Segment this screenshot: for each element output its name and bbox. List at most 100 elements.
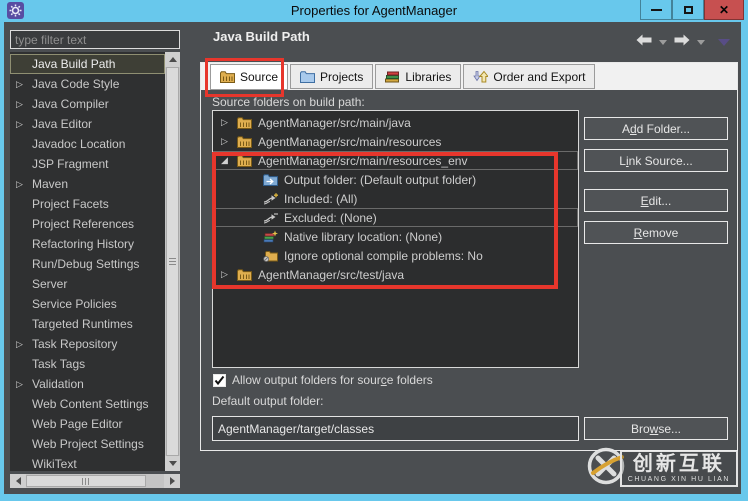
expand-arrow-icon[interactable]: ▷ [16,119,32,130]
tree-item-agentmanager-src-main-java[interactable]: ▷ AgentManager/src/main/java [213,113,578,132]
maximize-button[interactable] [672,0,704,20]
tab-projects[interactable]: Projects [290,64,374,89]
scroll-down-button[interactable] [165,456,180,471]
sidebar-item-label: Java Editor [32,117,93,131]
sidebar-item-label: Task Repository [32,337,118,351]
package-folder-icon [220,70,235,83]
sidebar-item-project-facets[interactable]: Project Facets [10,194,165,214]
sidebar-tree-rows: Java Build Path ▷ Java Code Style ▷ Java Com… [10,54,165,471]
sidebar-item-java-build-path[interactable]: Java Build Path [10,54,165,74]
forward-arrow-icon[interactable] [674,33,690,51]
horizontal-scrollbar-thumb[interactable] [26,475,146,487]
sidebar-item-server[interactable]: Server [10,274,165,294]
sidebar-item-label: Refactoring History [32,237,135,251]
sidebar-item-javadoc-location[interactable]: Javadoc Location [10,134,165,154]
titlebar[interactable]: Properties for AgentManager ✕ [0,0,748,22]
sidebar-item-service-policies[interactable]: Service Policies [10,294,165,314]
tree-item-label: Ignore optional compile problems: No [284,248,483,263]
expand-arrow-icon[interactable]: ▷ [16,339,32,350]
sidebar-item-targeted-runtimes[interactable]: Targeted Runtimes [10,314,165,334]
sidebar-item-label: Server [32,277,68,291]
expand-arrow-icon[interactable]: ▷ [221,136,237,147]
expand-arrow-icon[interactable]: ▷ [16,379,32,390]
tab-order-and-export[interactable]: Order and Export [463,64,596,89]
sidebar-item-refactoring-history[interactable]: Refactoring History [10,234,165,254]
watermark-text-box: 创新互联 CHUANG XIN HU LIAN [619,450,738,487]
sidebar-item-label: Java Code Style [32,77,120,91]
sidebar-item-label: Project References [32,217,135,231]
expand-arrow-icon[interactable]: ▷ [16,179,32,190]
expand-arrow-icon[interactable]: ▷ [16,99,32,110]
order-arrows-icon [473,70,489,83]
scroll-up-button[interactable] [165,52,180,67]
edit-button[interactable]: Edit... [584,189,728,212]
tab-source[interactable]: Source [210,63,289,90]
view-menu-icon[interactable] [718,38,730,46]
add-folder-button[interactable]: Add Folder... [584,117,728,140]
default-output-input[interactable] [212,416,579,441]
tab-label: Projects [320,69,364,84]
forward-history-caret-icon[interactable] [697,39,705,45]
vertical-scrollbar-thumb[interactable] [166,67,179,456]
sidebar-item-label: Java Build Path [32,57,116,71]
package-folder-icon [237,154,255,167]
sidebar-item-java-compiler[interactable]: ▷ Java Compiler [10,94,165,114]
tree-item-native-library-location-none[interactable]: Native library location: (None) [213,227,578,246]
sidebar-item-maven[interactable]: ▷ Maven [10,174,165,194]
minimize-button[interactable] [640,0,672,20]
close-button[interactable]: ✕ [704,0,744,20]
browse-label: Browse... [630,421,682,436]
sidebar-item-web-content-settings[interactable]: Web Content Settings [10,394,165,414]
scroll-left-button[interactable] [10,474,26,488]
sidebar-item-wikitext[interactable]: WikiText [10,454,165,471]
tree-item-label: AgentManager/src/main/resources [258,134,442,149]
tree-item-excluded-none[interactable]: Excluded: (None) [213,208,578,227]
sidebar-item-task-repository[interactable]: ▷ Task Repository [10,334,165,354]
package-folder-icon [237,268,255,281]
sidebar-item-label: WikiText [32,457,77,471]
library-books-icon [385,70,400,83]
expand-arrow-icon[interactable]: ▷ [16,79,32,90]
back-history-caret-icon[interactable] [659,39,667,45]
link-source-button[interactable]: Link Source... [584,149,728,172]
browse-button[interactable]: Browse... [584,417,728,440]
expand-arrow-icon[interactable]: ▷ [221,117,237,128]
sidebar-item-validation[interactable]: ▷ Validation [10,374,165,394]
allow-output-checkbox-row[interactable]: Allow output folders for source folders [213,373,433,387]
properties-dialog-window: Properties for AgentManager ✕ Java Build… [0,0,748,501]
tree-item-included-all[interactable]: Included: (All) [213,189,578,208]
sidebar-horizontal-scrollbar[interactable] [10,474,180,488]
collapse-arrow-icon[interactable]: ◢ [221,155,237,166]
tab-label: Source [240,69,279,84]
remove-button[interactable]: Remove [584,221,728,244]
package-folder-icon [237,135,255,148]
tree-item-agentmanager-src-test-java[interactable]: ▷ AgentManager/src/test/java [213,265,578,284]
tab-label: Order and Export [493,69,586,84]
sidebar-item-web-project-settings[interactable]: Web Project Settings [10,434,165,454]
scrollbar-grip-icon [82,477,90,485]
package-folder-icon [237,116,255,129]
sidebar-vertical-scrollbar[interactable] [165,52,180,471]
tree-item-agentmanager-src-main-resources-env[interactable]: ◢ AgentManager/src/main/resources_env [213,151,578,170]
sidebar-item-web-page-editor[interactable]: Web Page Editor [10,414,165,434]
sidebar-item-run-debug-settings[interactable]: Run/Debug Settings [10,254,165,274]
back-arrow-icon[interactable] [636,33,652,51]
blue-folder-icon [300,70,316,83]
tab-strip: Source Projects Libraries Order and Expor… [201,63,737,90]
tree-item-agentmanager-src-main-resources[interactable]: ▷ AgentManager/src/main/resources [213,132,578,151]
ignore-problems-icon [263,250,281,262]
expand-arrow-icon[interactable]: ▷ [221,269,237,280]
tree-item-ignore-optional-compile-problems-no[interactable]: Ignore optional compile problems: No [213,246,578,265]
sidebar-item-task-tags[interactable]: Task Tags [10,354,165,374]
checkbox-checked-icon[interactable] [213,373,226,387]
sidebar-item-project-references[interactable]: Project References [10,214,165,234]
sidebar-item-java-code-style[interactable]: ▷ Java Code Style [10,74,165,94]
scroll-right-button[interactable] [164,474,180,488]
native-library-icon [263,230,281,243]
sidebar-item-java-editor[interactable]: ▷ Java Editor [10,114,165,134]
tree-item-output-folder-default-output-folder[interactable]: Output folder: (Default output folder) [213,170,578,189]
sidebar-item-jsp-fragment[interactable]: JSP Fragment [10,154,165,174]
filter-input[interactable] [10,30,180,49]
source-folders-label: Source folders on build path: [212,95,365,109]
tab-libraries[interactable]: Libraries [375,64,462,89]
